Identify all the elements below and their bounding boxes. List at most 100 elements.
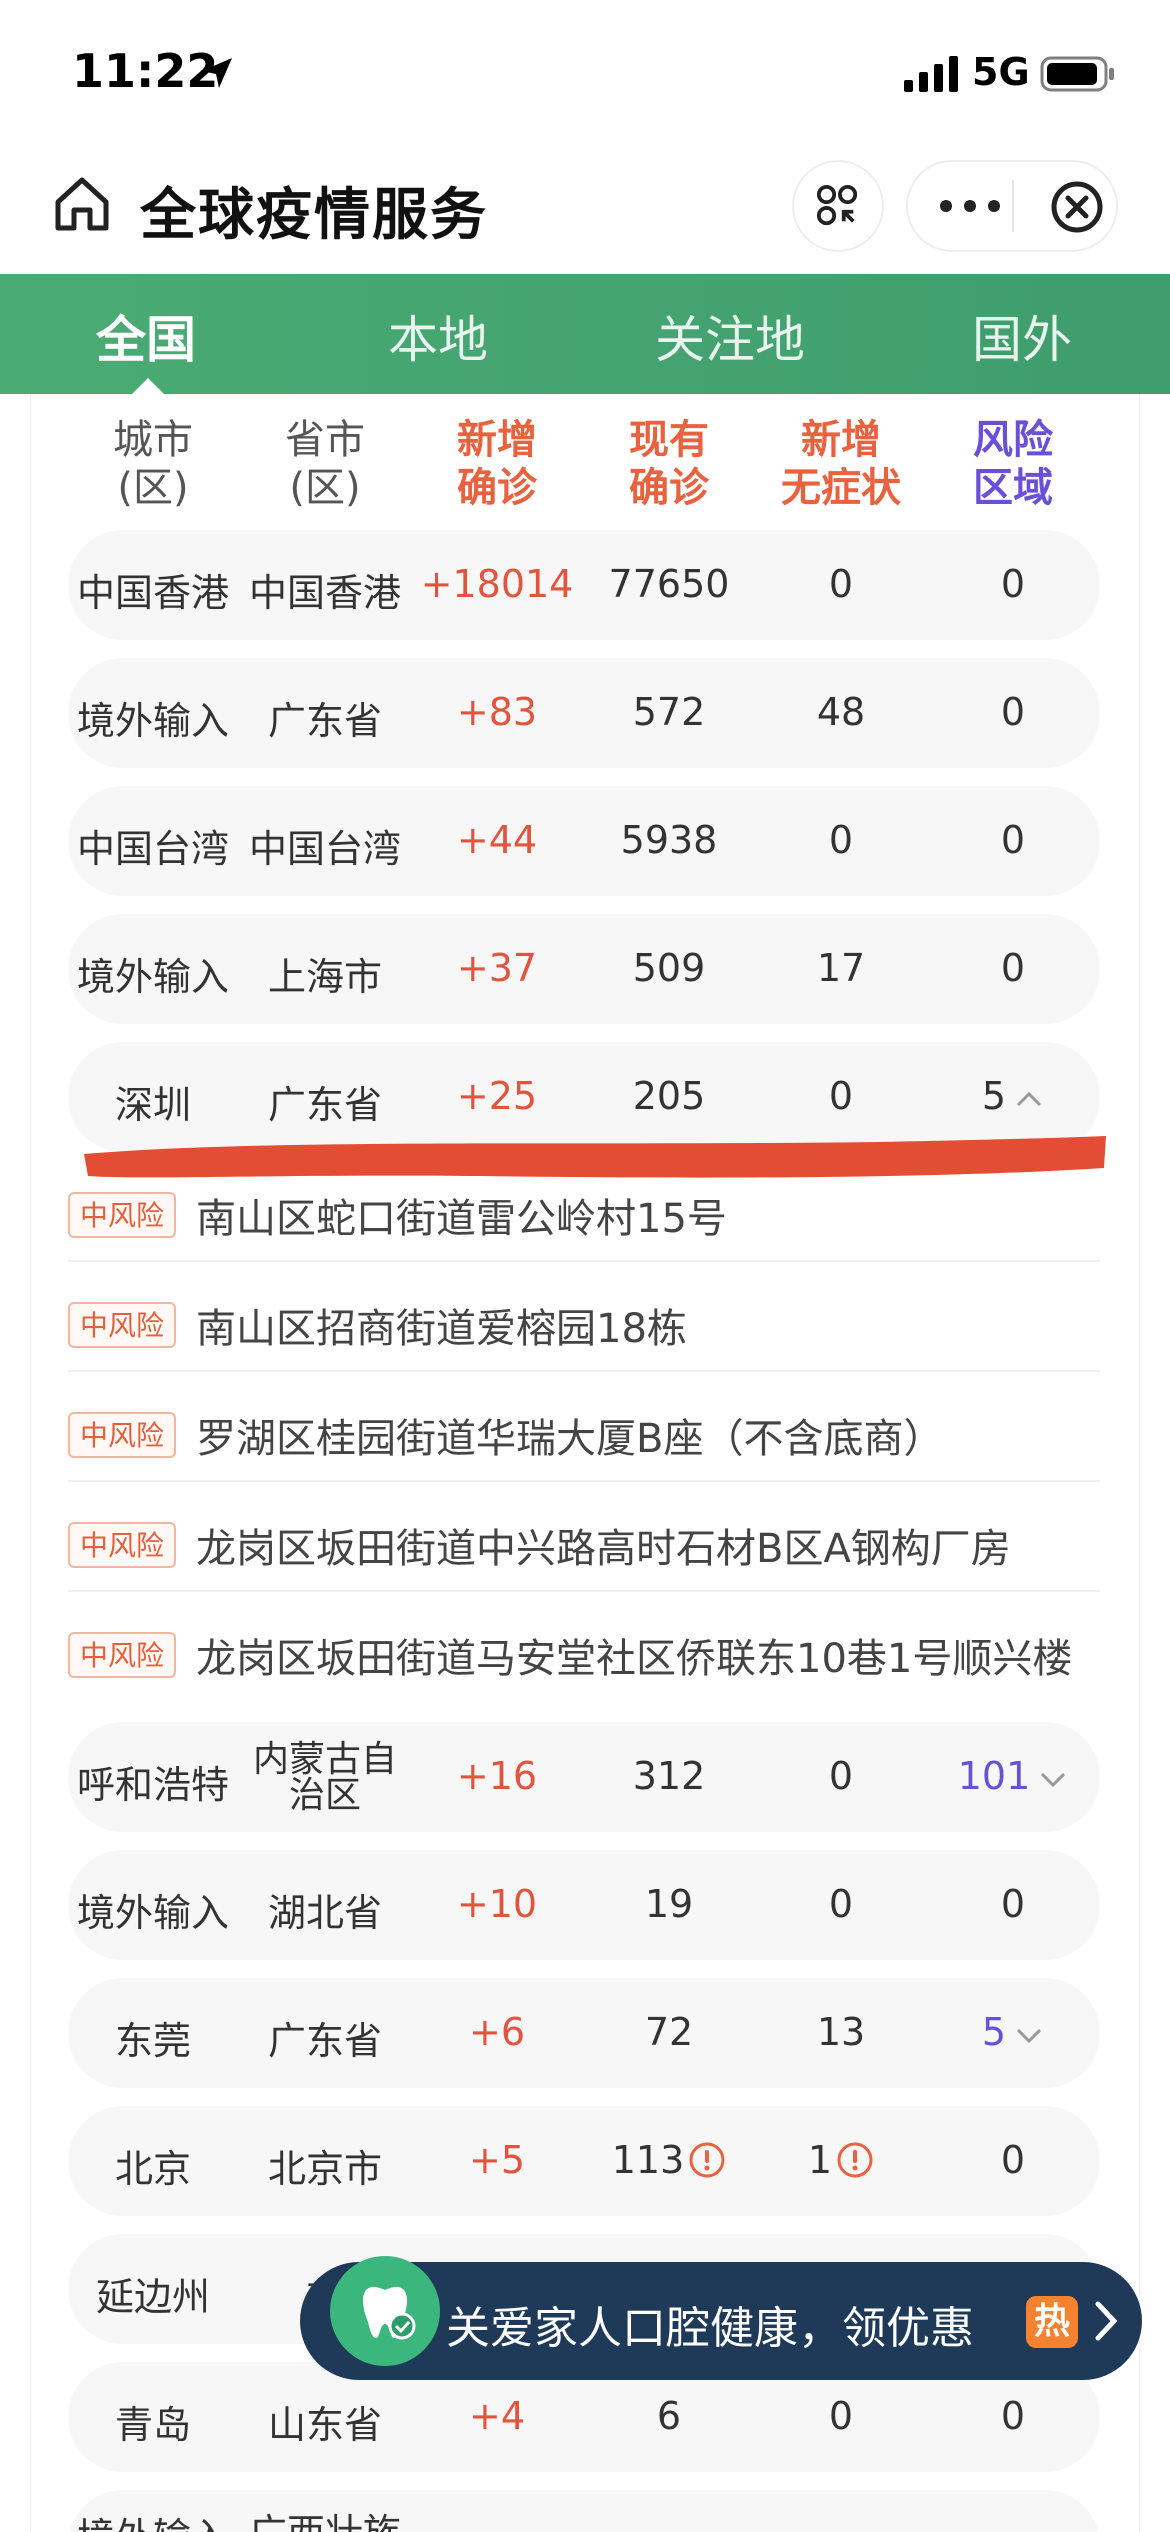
risk-area-item: 中风险 龙岗区坂田街道中兴路高时石材B区A钢构厂房 (68, 1482, 1100, 1592)
cell-new-confirmed: +5 (468, 2138, 526, 2182)
cell-asymptomatic: 0 (828, 1754, 854, 1798)
cell-risk: 0 (1000, 1882, 1026, 1926)
hot-badge: 热 (1026, 2296, 1078, 2348)
cell-asymptomatic: 0 (828, 818, 854, 862)
cell-city: 境外输入 (76, 1891, 229, 1935)
chevron-down-icon (1017, 2028, 1042, 2043)
cell-new-confirmed: +16 (456, 1754, 538, 1798)
home-icon[interactable] (52, 174, 112, 234)
cell-risk: 0 (1000, 690, 1026, 734)
cell-city: 境外输入 (76, 955, 229, 999)
cell-new-confirmed: +37 (456, 946, 538, 990)
cell-asymptomatic: 0 (828, 2394, 854, 2438)
status-time: 11:22 (72, 44, 219, 98)
cell-new-confirmed: +44 (456, 818, 538, 862)
cell-province: 湖北省 (267, 1891, 382, 1935)
header-city[interactable]: 城市 (区) (68, 416, 238, 512)
cell-asymptomatic: 0 (828, 1882, 854, 1926)
scan-button[interactable] (792, 160, 884, 252)
cell-asymptomatic-with-alert[interactable]: 1 (756, 2138, 926, 2182)
cell-province: 广东省 (267, 699, 382, 743)
cell-current: 5938 (620, 818, 718, 862)
close-icon[interactable] (1050, 180, 1104, 234)
header-current-line2: 确诊 (629, 465, 709, 511)
cell-new-confirmed: +83 (456, 690, 538, 734)
cell-city: 中国香港 (76, 571, 229, 615)
risk-area-name: 南山区蛇口街道雷公岭村15号 (196, 1196, 727, 1242)
scan-icon (816, 184, 858, 226)
header-risk-line2: 区域 (973, 465, 1053, 511)
cell-province: 中国香港 (248, 571, 401, 615)
cell-asymptomatic: 48 (816, 690, 866, 734)
cell-city: 呼和浩特 (76, 1763, 229, 1807)
cell-new-confirmed: +4 (468, 2394, 526, 2438)
chevron-down-icon (1041, 1772, 1066, 1787)
page-title: 全球疫情服务 (140, 183, 488, 248)
cell-asymptomatic: 0 (828, 562, 854, 606)
header-new-confirmed-line1: 新增 (457, 417, 537, 463)
cell-city: 东莞 (114, 2019, 191, 2063)
alert-icon (837, 2142, 873, 2178)
header-asymptomatic-line2: 无症状 (781, 465, 901, 511)
more-icon[interactable] (936, 192, 1004, 220)
tab-overseas[interactable]: 国外 (876, 300, 1168, 372)
cell-new-confirmed: +25 (456, 1074, 538, 1118)
alert-icon (689, 2142, 725, 2178)
cell-city: 中国台湾 (76, 827, 229, 871)
cell-risk: 5 (981, 1074, 1007, 1118)
cell-city: 境外输入 (76, 699, 229, 743)
header-risk-line1: 风险 (973, 417, 1053, 463)
chevron-right-icon (1095, 2301, 1118, 2341)
cell-risk: 0 (1000, 2138, 1026, 2182)
signal-icon (904, 56, 958, 92)
header-province-line2: (区) (289, 465, 361, 511)
tab-local[interactable]: 本地 (292, 300, 584, 372)
cell-city: 北京 (114, 2147, 191, 2191)
risk-level-badge: 中风险 (68, 1412, 177, 1458)
header-new-asymptomatic[interactable]: 新增 无症状 (756, 416, 926, 512)
risk-area-item: 中风险 罗湖区桂园街道华瑞大厦B座（不含底商） (68, 1372, 1100, 1482)
risk-level-badge: 中风险 (68, 1522, 177, 1568)
chevron-up-icon (1017, 1091, 1042, 1106)
cell-current: 312 (632, 1754, 706, 1798)
header-province[interactable]: 省市 (区) (240, 416, 410, 512)
header-asymptomatic-line1: 新增 (801, 417, 881, 463)
cell-risk: 0 (1000, 818, 1026, 862)
cell-province: 内蒙古自 治区 (240, 1742, 410, 1814)
header-city-line2: (区) (117, 465, 189, 511)
header-current-line1: 现有 (629, 417, 709, 463)
cell-current: 113 (611, 2138, 685, 2182)
cell-city: 延边州 (95, 2275, 210, 2319)
cell-current: 72 (644, 2010, 694, 2054)
risk-area-name: 龙岗区坂田街道马安堂社区侨联东10巷1号顺兴楼 (196, 1636, 1073, 1682)
cell-risk-toggle[interactable]: 5 (928, 2010, 1098, 2054)
risk-level-badge: 中风险 (68, 1192, 177, 1238)
header-city-line1: 城市 (113, 417, 193, 463)
risk-area-item: 中风险 南山区蛇口街道雷公岭村15号 (68, 1152, 1100, 1262)
cell-new-confirmed: +10 (456, 1882, 538, 1926)
cell-province: 上海市 (267, 955, 382, 999)
cell-city: 青岛 (114, 2403, 191, 2447)
cell-province-line1: 内蒙古自 (252, 1739, 397, 1780)
tab-national[interactable]: 全国 (0, 300, 292, 372)
cell-province: 广西壮族 (240, 2502, 410, 2532)
battery-icon (1040, 56, 1114, 92)
header-new-confirmed[interactable]: 新增 确诊 (412, 416, 582, 512)
tab-following[interactable]: 关注地 (584, 300, 876, 372)
cell-current: 509 (632, 946, 706, 990)
risk-level-badge: 中风险 (68, 1632, 177, 1678)
cell-risk: 0 (1000, 2394, 1026, 2438)
cell-current-with-alert[interactable]: 113 (584, 2138, 754, 2182)
header-current-confirmed[interactable]: 现有 确诊 (584, 416, 754, 512)
risk-area-item: 中风险 南山区招商街道爱榕园18栋 (68, 1262, 1100, 1372)
network-label: 5G (972, 50, 1030, 94)
cell-risk-toggle[interactable]: 5 (928, 1074, 1098, 1118)
header-risk-area[interactable]: 风险 区域 (928, 416, 1098, 512)
header-province-line1: 省市 (285, 417, 365, 463)
promo-text: 关爱家人口腔健康，领优惠 (446, 2303, 974, 2354)
cell-risk: 0 (1000, 946, 1026, 990)
cell-risk-toggle[interactable]: 101 (928, 1754, 1098, 1798)
cell-current: 6 (656, 2394, 682, 2438)
header-new-confirmed-line2: 确诊 (457, 465, 537, 511)
risk-area-item: 中风险 龙岗区坂田街道马安堂社区侨联东10巷1号顺兴楼 (68, 1592, 1100, 1702)
